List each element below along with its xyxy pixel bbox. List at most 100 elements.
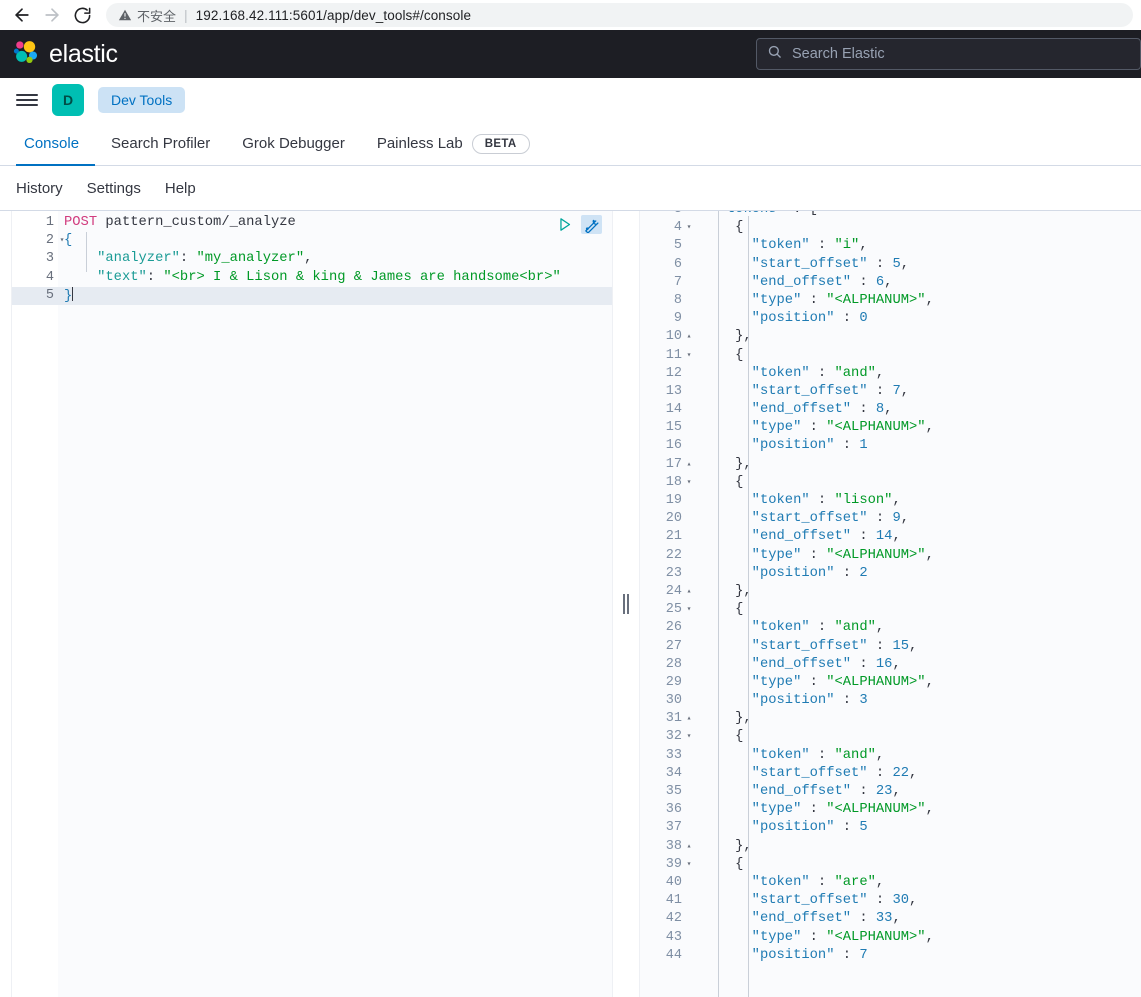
request-code-area[interactable]: POST pattern_custom/_analyze{ "analyzer"… [58, 211, 612, 997]
code-line[interactable]: "start_offset" : 15, [696, 638, 1141, 656]
code-line[interactable]: "token" : "i", [696, 237, 1141, 255]
code-line[interactable]: "start_offset" : 9, [696, 510, 1141, 528]
code-line[interactable]: } [58, 286, 612, 305]
play-request-icon[interactable] [556, 216, 573, 233]
fold-expand-icon[interactable]: ▴ [684, 838, 694, 856]
help-button[interactable]: Help [165, 180, 196, 197]
code-line[interactable]: { [696, 347, 1141, 365]
response-gutter: 34▾5678910▴11▾121314151617▴18▾1920212223… [640, 211, 696, 997]
address-bar[interactable]: 不安全 | 192.168.42.111:5601/app/dev_tools#… [106, 3, 1133, 27]
code-line[interactable]: "end_offset" : 6, [696, 274, 1141, 292]
code-line[interactable]: "text": "<br> I & Lison & king & James a… [58, 269, 612, 287]
code-line[interactable]: "type" : "<ALPHANUM>", [696, 292, 1141, 310]
fold-collapse-icon[interactable]: ▾ [684, 856, 694, 874]
code-line[interactable]: "type" : "<ALPHANUM>", [696, 419, 1141, 437]
history-button[interactable]: History [16, 180, 63, 197]
code-line[interactable]: "tokens" : [ [696, 211, 1141, 219]
code-line[interactable]: }, [696, 328, 1141, 346]
code-line[interactable]: "end_offset" : 33, [696, 910, 1141, 928]
code-token: , [892, 529, 901, 545]
code-line[interactable]: }, [696, 583, 1141, 601]
code-line[interactable]: "position" : 2 [696, 565, 1141, 583]
code-line[interactable]: "start_offset" : 7, [696, 383, 1141, 401]
code-line[interactable]: { [696, 219, 1141, 237]
code-line[interactable]: "start_offset" : 22, [696, 765, 1141, 783]
code-line[interactable]: "position" : 5 [696, 819, 1141, 837]
code-line[interactable]: "position" : 0 [696, 310, 1141, 328]
response-pane[interactable]: 34▾5678910▴11▾121314151617▴18▾1920212223… [639, 211, 1141, 997]
code-token: "start_offset" [702, 256, 876, 272]
code-line[interactable]: "token" : "and", [696, 619, 1141, 637]
code-line[interactable]: { [696, 601, 1141, 619]
code-token: , [892, 493, 901, 508]
code-line[interactable]: "position" : 3 [696, 692, 1141, 710]
fold-collapse-icon[interactable]: ▾ [684, 601, 694, 619]
forward-arrow-icon[interactable] [38, 1, 66, 29]
code-line[interactable]: { [58, 232, 612, 250]
breadcrumb-dev-tools[interactable]: Dev Tools [98, 87, 186, 113]
code-line[interactable]: "end_offset" : 8, [696, 401, 1141, 419]
request-gutter[interactable]: 1 2▾3 45▴ [12, 211, 64, 997]
code-line[interactable]: "end_offset" : 23, [696, 783, 1141, 801]
line-number: 5 [673, 238, 682, 254]
code-line[interactable]: "token" : "and", [696, 747, 1141, 765]
code-line[interactable]: "type" : "<ALPHANUM>", [696, 674, 1141, 692]
line-number: 42 [665, 911, 682, 927]
code-line[interactable]: }, [696, 838, 1141, 856]
code-line[interactable]: "token" : "lison", [696, 492, 1141, 510]
code-token: }, [702, 329, 752, 345]
fold-expand-icon[interactable]: ▴ [684, 456, 694, 474]
response-code-area[interactable]: "tokens" : [ { "token" : "i", "start_off… [696, 211, 1141, 997]
pane-splitter[interactable] [613, 211, 639, 997]
fold-expand-icon[interactable]: ▴ [684, 710, 694, 728]
line-number: 7 [673, 274, 682, 290]
line-number: 1 [45, 215, 54, 230]
code-line[interactable]: "type" : "<ALPHANUM>", [696, 801, 1141, 819]
code-line[interactable]: "position" : 7 [696, 947, 1141, 965]
global-search-input[interactable]: Search Elastic [756, 38, 1141, 70]
code-line[interactable]: "token" : "and", [696, 365, 1141, 383]
settings-button[interactable]: Settings [87, 180, 141, 197]
fold-expand-icon[interactable]: ▴ [684, 583, 694, 601]
code-token: 0 [859, 311, 868, 327]
code-line[interactable]: }, [696, 456, 1141, 474]
request-editor-pane[interactable]: 12▾345▴ POST pattern_custom/_analyze{ "a… [11, 211, 613, 997]
tab-grok-debugger[interactable]: Grok Debugger [226, 123, 361, 166]
code-line[interactable]: { [696, 474, 1141, 492]
fold-expand-icon[interactable]: ▴ [684, 328, 694, 346]
code-line[interactable]: "position" : 1 [696, 437, 1141, 455]
code-token: "start_offset" [702, 893, 876, 909]
hamburger-menu-icon[interactable] [16, 94, 38, 106]
fold-collapse-icon[interactable]: ▾ [684, 474, 694, 492]
reload-icon[interactable] [68, 1, 96, 29]
back-arrow-icon[interactable] [8, 1, 36, 29]
code-line[interactable]: "start_offset" : 30, [696, 892, 1141, 910]
tab-painless-lab[interactable]: Painless Lab BETA [361, 123, 546, 166]
code-line[interactable]: "token" : "are", [696, 874, 1141, 892]
code-token: : [842, 820, 860, 836]
tab-console[interactable]: Console [16, 123, 96, 166]
elastic-brand[interactable]: elastic [12, 38, 118, 71]
code-line[interactable]: "end_offset" : 16, [696, 656, 1141, 674]
tab-painless-lab-label: Painless Lab [376, 135, 463, 152]
code-line[interactable]: { [696, 728, 1141, 746]
code-line[interactable]: "start_offset" : 5, [696, 256, 1141, 274]
splitter-grip-icon [623, 594, 629, 614]
code-line[interactable]: "analyzer": "my_analyzer", [58, 250, 612, 268]
code-token: , [925, 292, 934, 308]
code-token: "position" [702, 947, 843, 963]
code-line[interactable]: }, [696, 710, 1141, 728]
code-token: "end_offset" [702, 911, 860, 927]
code-line[interactable]: "type" : "<ALPHANUM>", [696, 929, 1141, 947]
fold-collapse-icon[interactable]: ▾ [684, 219, 694, 237]
fold-collapse-icon[interactable]: ▾ [684, 347, 694, 365]
space-avatar[interactable]: D [52, 84, 84, 116]
tab-search-profiler[interactable]: Search Profiler [95, 123, 226, 166]
code-line[interactable]: { [696, 856, 1141, 874]
code-line[interactable]: "end_offset" : 14, [696, 528, 1141, 546]
code-token: }, [702, 711, 752, 727]
wrench-icon[interactable] [581, 215, 602, 234]
code-line[interactable]: "type" : "<ALPHANUM>", [696, 547, 1141, 565]
code-line[interactable]: POST pattern_custom/_analyze [58, 214, 612, 232]
fold-collapse-icon[interactable]: ▾ [684, 728, 694, 746]
